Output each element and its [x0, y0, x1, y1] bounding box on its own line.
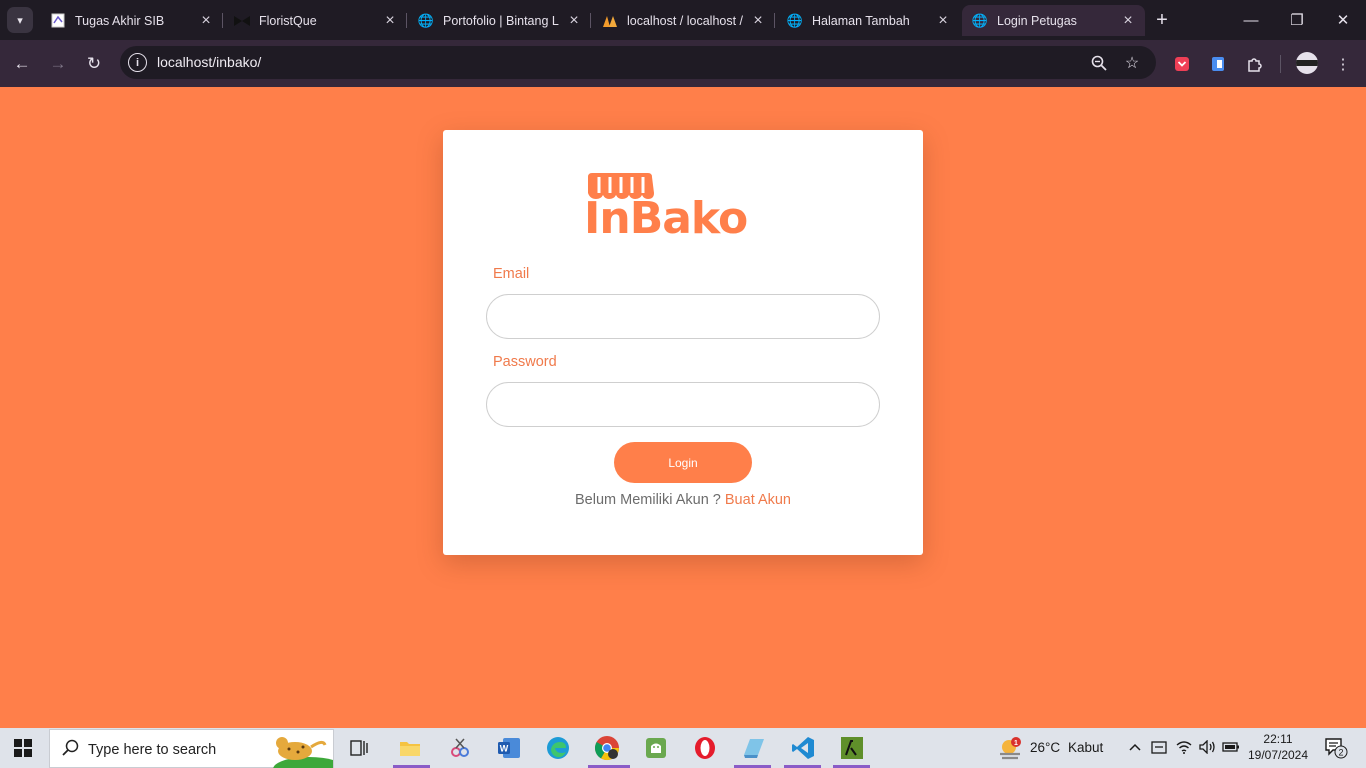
vscode-icon[interactable] — [788, 734, 818, 762]
login-button[interactable]: Login — [614, 442, 752, 483]
terminal-icon[interactable] — [837, 734, 867, 762]
bowtie-icon — [234, 13, 250, 29]
taskbar-search[interactable]: Type here to search — [49, 729, 334, 768]
minimize-icon: — — [1243, 11, 1259, 29]
zoom-icon[interactable] — [1088, 52, 1110, 74]
clock-time: 22:11 — [1263, 732, 1293, 746]
star-icon[interactable]: ☆ — [1121, 52, 1143, 74]
system-clock[interactable]: 22:11 19/07/2024 — [1240, 731, 1316, 763]
tab-floristque[interactable]: FloristQue × — [224, 5, 407, 36]
restore-icon: ❐ — [1290, 12, 1304, 29]
file-explorer-icon[interactable] — [395, 734, 425, 762]
notification-icon[interactable]: 2 — [1324, 737, 1348, 759]
windows-taskbar: Type here to search W 1 26°C Kabut 22:11… — [0, 728, 1366, 768]
weather-description[interactable]: Kabut — [1068, 740, 1103, 755]
site-info-icon[interactable]: i — [128, 53, 147, 72]
close-icon[interactable]: × — [934, 12, 952, 30]
close-icon[interactable]: × — [197, 12, 215, 30]
arrow-left-icon: ← — [13, 54, 31, 73]
pocket-icon[interactable] — [1171, 53, 1193, 75]
close-icon[interactable]: × — [565, 12, 583, 30]
windows-start-icon[interactable] — [14, 739, 32, 757]
password-field[interactable] — [486, 382, 880, 427]
restore-button[interactable]: ❐ — [1274, 5, 1320, 35]
chrome-icon[interactable] — [592, 734, 622, 762]
close-icon[interactable]: × — [749, 12, 767, 30]
chevron-up-icon[interactable] — [1126, 738, 1144, 756]
weather-icon[interactable]: 1 — [998, 736, 1024, 762]
signup-row: Belum Memiliki Akun ? Buat Akun — [443, 492, 923, 508]
tab-title: FloristQue — [259, 13, 317, 28]
email-field[interactable] — [486, 294, 880, 339]
plus-icon: + — [1156, 8, 1168, 31]
task-view-icon[interactable] — [344, 734, 374, 762]
tab-title: Tugas Akhir SIB — [75, 13, 165, 28]
tab-title: Login Petugas — [997, 13, 1077, 28]
close-window-button[interactable]: ✕ — [1320, 5, 1366, 35]
clipboard-icon[interactable] — [1207, 53, 1229, 75]
tab-title: Halaman Tambah — [812, 13, 910, 28]
signup-prompt: Belum Memiliki Akun ? — [575, 492, 721, 508]
close-icon: ✕ — [1336, 12, 1350, 29]
tab-title: localhost / localhost / — [627, 13, 744, 28]
new-tab-button[interactable]: + — [1151, 9, 1173, 31]
password-label: Password — [493, 354, 557, 370]
word-icon[interactable]: W — [494, 734, 524, 762]
edge-icon[interactable] — [543, 734, 573, 762]
globe-icon: 🌐 — [971, 12, 989, 28]
minimize-button[interactable]: — — [1228, 5, 1274, 35]
network-adapter-icon[interactable] — [1150, 738, 1168, 756]
url-text[interactable]: localhost/inbako/ — [157, 54, 261, 70]
tab-login-petugas[interactable]: 🌐 Login Petugas × — [962, 5, 1145, 36]
address-bar[interactable]: i localhost/inbako/ ☆ — [120, 46, 1156, 79]
tab-strip: ▾ Tugas Akhir SIB × FloristQue × 🌐 Porto… — [0, 0, 1366, 40]
svg-text:W: W — [500, 744, 509, 754]
svg-text:2: 2 — [1338, 748, 1343, 758]
document-icon — [50, 13, 66, 29]
globe-icon: 🌐 — [417, 12, 435, 28]
login-card: InBako Email Password Login Belum Memili… — [443, 130, 923, 555]
svg-text:1: 1 — [1014, 740, 1018, 747]
weather-temperature[interactable]: 26°C — [1030, 740, 1060, 755]
search-placeholder: Type here to search — [88, 742, 217, 758]
tab-halaman-tambah[interactable]: 🌐 Halaman Tambah × — [777, 5, 960, 36]
signup-link[interactable]: Buat Akun — [725, 492, 791, 508]
tab-tugas-akhir[interactable]: Tugas Akhir SIB × — [40, 5, 223, 36]
speaker-icon[interactable] — [1198, 738, 1216, 756]
menu-icon[interactable]: ⋮ — [1332, 53, 1354, 75]
chevron-down-icon: ▾ — [17, 14, 23, 27]
clock-date: 19/07/2024 — [1247, 748, 1309, 762]
notepad-icon[interactable] — [739, 734, 769, 762]
forward-button[interactable]: → — [44, 50, 72, 78]
search-highlight-art — [273, 737, 333, 768]
phpmyadmin-icon — [602, 13, 618, 29]
android-icon[interactable] — [641, 734, 671, 762]
globe-icon: 🌐 — [786, 12, 804, 28]
reload-icon: ↻ — [86, 54, 102, 73]
profile-icon[interactable] — [1296, 52, 1318, 74]
tab-title: Portofolio | Bintang L — [443, 13, 559, 28]
snipping-icon[interactable] — [445, 734, 475, 762]
logo-text: InBako — [584, 193, 748, 244]
inbako-logo: InBako — [584, 173, 784, 245]
wifi-icon[interactable] — [1175, 738, 1193, 756]
tab-phpmyadmin[interactable]: localhost / localhost / × — [592, 5, 775, 36]
reload-button[interactable]: ↻ — [80, 50, 108, 78]
browser-toolbar: ← → ↻ i localhost/inbako/ ☆ ⋮ — [0, 40, 1366, 87]
battery-icon[interactable] — [1222, 738, 1240, 756]
close-icon[interactable]: × — [1119, 12, 1137, 30]
search-icon — [62, 739, 80, 762]
opera-icon[interactable] — [690, 734, 720, 762]
close-icon[interactable]: × — [381, 12, 399, 30]
tab-search-button[interactable]: ▾ — [7, 7, 33, 33]
arrow-right-icon: → — [49, 54, 67, 73]
tab-portofolio[interactable]: 🌐 Portofolio | Bintang L × — [408, 5, 591, 36]
email-label: Email — [493, 266, 530, 282]
back-button[interactable]: ← — [8, 50, 36, 78]
puzzle-icon[interactable] — [1243, 53, 1265, 75]
